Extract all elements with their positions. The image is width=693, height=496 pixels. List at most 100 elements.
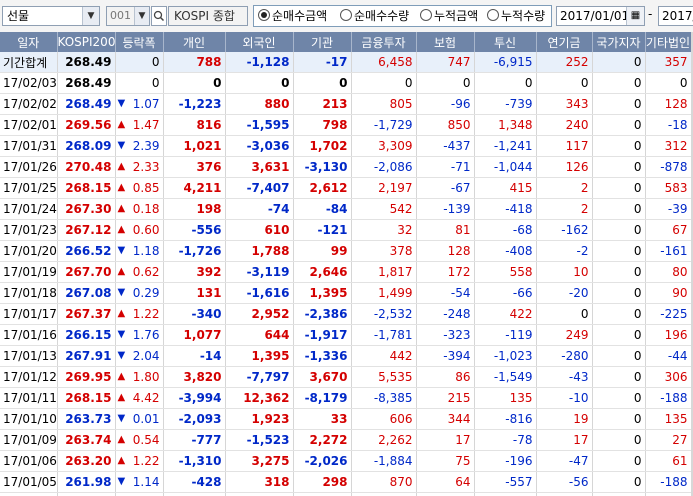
value-cell: 3,309: [351, 135, 417, 157]
table-row[interactable]: 17/01/04263.12▲0.15695-2,0011,2412,81823…: [0, 492, 692, 496]
date-cell: 17/01/25: [0, 177, 58, 199]
table-row[interactable]: 17/01/20 266.52 ▼ 1.18 -1,726 1,788 99 378 128 -4…: [0, 240, 692, 262]
table-row[interactable]: 17/01/25 268.15 ▲ 0.85 4,211 -7,407 2,612 2,197…: [0, 177, 692, 199]
radio-net-buy-quantity[interactable]: 순매수수량: [340, 9, 409, 23]
table-row[interactable]: 17/01/11 268.15 ▲ 4.42 -3,994 12,362 -8,179 -8,…: [0, 387, 692, 409]
table-row[interactable]: 17/01/17 267.37 ▲ 1.22 -340 2,952 -2,386 -2,532…: [0, 303, 692, 325]
value-cell: 235: [416, 492, 475, 496]
value-cell: -188: [645, 471, 692, 493]
radio-net-buy-amount[interactable]: 순매수금액: [258, 9, 327, 23]
market-select[interactable]: 선물 ▼: [2, 6, 100, 26]
value-cell: -161: [645, 240, 692, 262]
column-header[interactable]: 투신: [474, 32, 537, 52]
column-header[interactable]: 일자: [0, 32, 58, 52]
column-header[interactable]: 기관: [293, 32, 352, 52]
value-cell: 86: [416, 366, 475, 388]
chevron-down-icon[interactable]: ▼: [82, 7, 99, 25]
table-row[interactable]: 17/02/03 268.49 0 0 0 0 0 0 0 0 0 0: [0, 72, 692, 94]
value-cell: -1,523: [225, 429, 294, 451]
value-cell: -777: [163, 429, 226, 451]
date-to-field[interactable]: 2017/: [658, 6, 693, 26]
index-code-field[interactable]: 001 ▼: [106, 6, 150, 26]
value-cell: 0: [592, 240, 646, 262]
change-value: 1.22: [132, 307, 160, 321]
table-row[interactable]: 17/01/12 269.95 ▲ 1.80 3,820 -7,797 3,670 5,535…: [0, 366, 692, 388]
table-row[interactable]: 17/01/06 263.20 ▲ 1.22 -1,310 3,275 -2,026 -1,8…: [0, 450, 692, 472]
value-cell: 1,241: [293, 492, 352, 496]
date-cell: 17/01/24: [0, 198, 58, 220]
column-header[interactable]: KOSPI200: [57, 32, 116, 52]
value-cell: -1,023: [474, 345, 537, 367]
change-value: 1.14: [132, 475, 160, 489]
value-cell: 6,458: [351, 52, 417, 73]
table-row[interactable]: 17/01/09 263.74 ▲ 0.54 -777 -1,523 2,272 2,262 1…: [0, 429, 692, 451]
up-triangle-icon: ▲: [117, 182, 126, 193]
table-row[interactable]: 17/02/01 269.56 ▲ 1.47 816 -1,595 798 -1,729 850…: [0, 114, 692, 136]
chevron-down-icon[interactable]: ▼: [134, 7, 149, 25]
value-cell: -428: [163, 471, 226, 493]
column-header[interactable]: 외국인: [225, 32, 294, 52]
column-header[interactable]: 연기금: [536, 32, 593, 52]
value-cell: -1,729: [351, 114, 417, 136]
down-triangle-icon: ▼: [117, 350, 126, 361]
table-row[interactable]: 17/01/10 263.73 ▼ 0.01 -2,093 1,923 33 606 344 -8…: [0, 408, 692, 430]
summary-row[interactable]: 기간합계 268.49 0 788 -1,128 -17 6,458 747 -6,915 252…: [0, 52, 692, 73]
value-cell: -2,093: [163, 408, 226, 430]
up-triangle-icon: ▲: [117, 119, 126, 130]
down-triangle-icon: ▼: [117, 245, 126, 256]
column-header[interactable]: 기타법인: [645, 32, 692, 52]
radio-selected-icon: [258, 9, 270, 21]
radio-cumulative-quantity[interactable]: 누적수량: [487, 9, 545, 23]
calendar-icon[interactable]: ▦: [626, 7, 644, 25]
date-cell: 17/01/23: [0, 219, 58, 241]
column-header[interactable]: 등락폭: [115, 32, 164, 52]
table-row[interactable]: 17/01/19 267.70 ▲ 0.62 392 -3,119 2,646 1,817 17…: [0, 261, 692, 283]
table-row[interactable]: 17/01/16 266.15 ▼ 1.76 1,077 644 -1,917 -1,781-…: [0, 324, 692, 346]
kospi200-cell: 268.49: [57, 72, 116, 94]
change-cell: ▲ 0.62: [115, 261, 164, 283]
value-cell: 19: [536, 408, 593, 430]
value-cell: -418: [474, 198, 537, 220]
value-cell: 2,952: [225, 303, 294, 325]
table-row[interactable]: 17/01/18 267.08 ▼ 0.29 131 -1,616 1,395 1,499 -5…: [0, 282, 692, 304]
value-cell: 0: [293, 72, 352, 94]
change-cell: ▼ 0.29: [115, 282, 164, 304]
radio-unselected-icon: [340, 9, 352, 21]
table-row[interactable]: 17/02/02 268.49 ▼ 1.07 -1,223 880 213 805 -96 -73…: [0, 93, 692, 115]
value-cell: 442: [351, 345, 417, 367]
kospi200-cell: 267.37: [57, 303, 116, 325]
value-cell: -816: [474, 408, 537, 430]
table-row[interactable]: 17/01/26 270.48 ▲ 2.33 376 3,631 -3,130 -2,086-…: [0, 156, 692, 178]
value-cell: -39: [645, 198, 692, 220]
value-cell: -1,781: [351, 324, 417, 346]
table-row[interactable]: 17/01/13 267.91 ▼ 2.04 -14 1,395 -1,336 442 -394…: [0, 345, 692, 367]
value-cell: 0: [592, 156, 646, 178]
column-header[interactable]: 개인: [163, 32, 226, 52]
kospi200-cell: 267.12: [57, 219, 116, 241]
value-cell: -71: [416, 156, 475, 178]
table-row[interactable]: 17/01/31 268.09 ▼ 2.39 1,021 -3,036 1,702 3,309…: [0, 135, 692, 157]
search-button[interactable]: [151, 6, 167, 26]
value-cell: 0: [592, 345, 646, 367]
column-header[interactable]: 국가지자: [592, 32, 646, 52]
table-row[interactable]: 17/01/24 267.30 ▲ 0.18 198 -74 -84 542 -139 -418 2…: [0, 198, 692, 220]
value-cell: 2,646: [293, 261, 352, 283]
table-row[interactable]: 17/01/05 261.98 ▼ 1.14 -428 318 298 870 64 -557 -5…: [0, 471, 692, 493]
value-cell: 2: [536, 198, 593, 220]
date-cell: 17/01/31: [0, 135, 58, 157]
column-header[interactable]: 금융투자: [351, 32, 417, 52]
date-from-field[interactable]: 2017/01/01 ▦: [556, 6, 645, 26]
change-cell: ▲ 1.80: [115, 366, 164, 388]
value-cell: 3,275: [225, 450, 294, 472]
change-cell: ▼ 2.39: [115, 135, 164, 157]
change-cell: ▼ 2.04: [115, 345, 164, 367]
radio-cumulative-amount[interactable]: 누적금액: [420, 9, 478, 23]
kospi200-cell: 266.15: [57, 324, 116, 346]
value-cell: 0: [592, 93, 646, 115]
column-header[interactable]: 보험: [416, 32, 475, 52]
value-cell: 343: [536, 93, 593, 115]
table-row[interactable]: 17/01/23 267.12 ▲ 0.60 -556 610 -121 32 81 -68 -16…: [0, 219, 692, 241]
kospi200-cell: 268.49: [57, 93, 116, 115]
kospi200-cell: 268.49: [57, 52, 116, 73]
change-value: 0.62: [132, 265, 160, 279]
